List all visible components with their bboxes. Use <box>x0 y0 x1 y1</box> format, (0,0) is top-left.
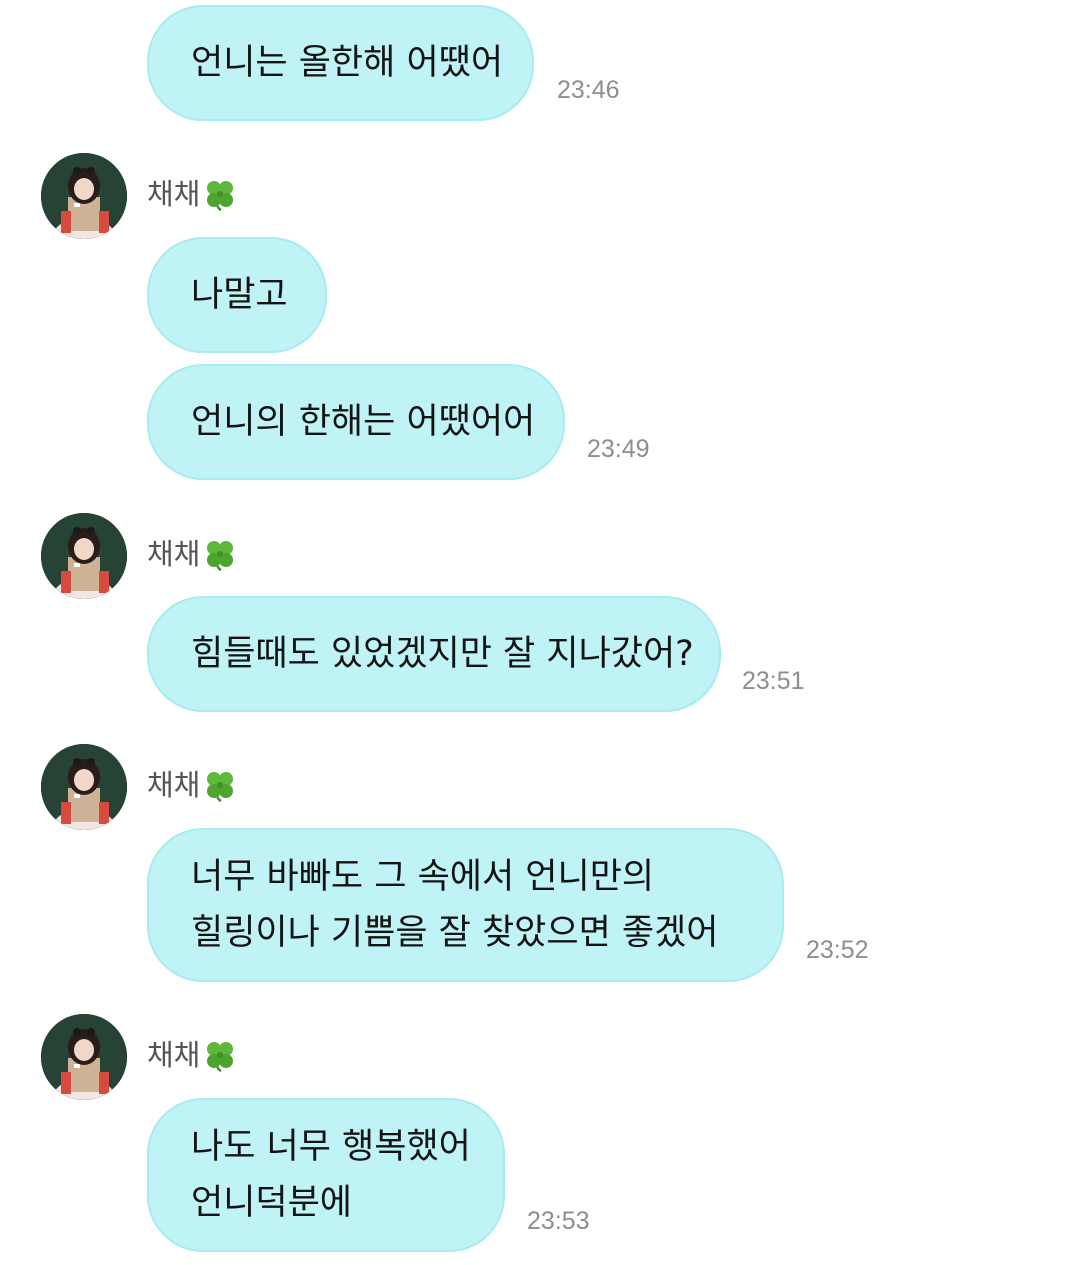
four-leaf-clover-icon <box>207 541 234 571</box>
message-time: 23:46 <box>557 76 620 104</box>
avatar-photo <box>41 744 127 830</box>
message-time: 23:52 <box>806 936 869 964</box>
four-leaf-clover-icon <box>207 772 234 802</box>
message-text: 언니의 한해는 어땠어어 <box>191 402 536 442</box>
message-text-line: 너무 바빠도 그 속에서 언니만의 <box>191 857 655 897</box>
sender-name[interactable]: 채채 <box>147 767 237 803</box>
avatar[interactable] <box>41 513 127 599</box>
sender-name[interactable]: 채채 <box>147 536 237 572</box>
message-text: 나말고 <box>191 275 288 315</box>
four-leaf-clover-icon <box>207 1042 234 1072</box>
message-text-line: 나도 너무 행복했어 <box>191 1127 471 1167</box>
message-bubble[interactable]: 나말고 <box>147 237 327 353</box>
message-time: 23:49 <box>587 435 650 463</box>
message-text: 힘들때도 있었겠지만 잘 지나갔어? <box>191 634 694 674</box>
four-leaf-clover-icon <box>207 181 234 211</box>
message-time: 23:51 <box>742 667 805 695</box>
sender-name[interactable]: 채채 <box>147 1037 237 1073</box>
avatar[interactable] <box>41 744 127 830</box>
avatar-photo <box>41 153 127 239</box>
message-text-line: 언니덕분에 <box>191 1183 353 1223</box>
avatar[interactable] <box>41 153 127 239</box>
sender-name[interactable]: 채채 <box>147 176 237 212</box>
avatar-photo <box>41 513 127 599</box>
message-text-line: 힐링이나 기쁨을 잘 찾았으면 좋겠어 <box>191 913 719 953</box>
message-bubble[interactable]: 너무 바빠도 그 속에서 언니만의 힐링이나 기쁨을 잘 찾았으면 좋겠어 <box>147 828 784 982</box>
message-time: 23:53 <box>527 1207 590 1235</box>
message-bubble[interactable]: 나도 너무 행복했어 언니덕분에 <box>147 1098 505 1252</box>
message-bubble[interactable]: 언니의 한해는 어땠어어 <box>147 364 565 480</box>
message-bubble[interactable]: 언니는 올한해 어땠어 <box>147 5 534 121</box>
message-text: 언니는 올한해 어땠어 <box>191 43 504 83</box>
avatar[interactable] <box>41 1014 127 1100</box>
avatar-photo <box>41 1014 127 1100</box>
message-bubble[interactable]: 힘들때도 있었겠지만 잘 지나갔어? <box>147 596 721 712</box>
